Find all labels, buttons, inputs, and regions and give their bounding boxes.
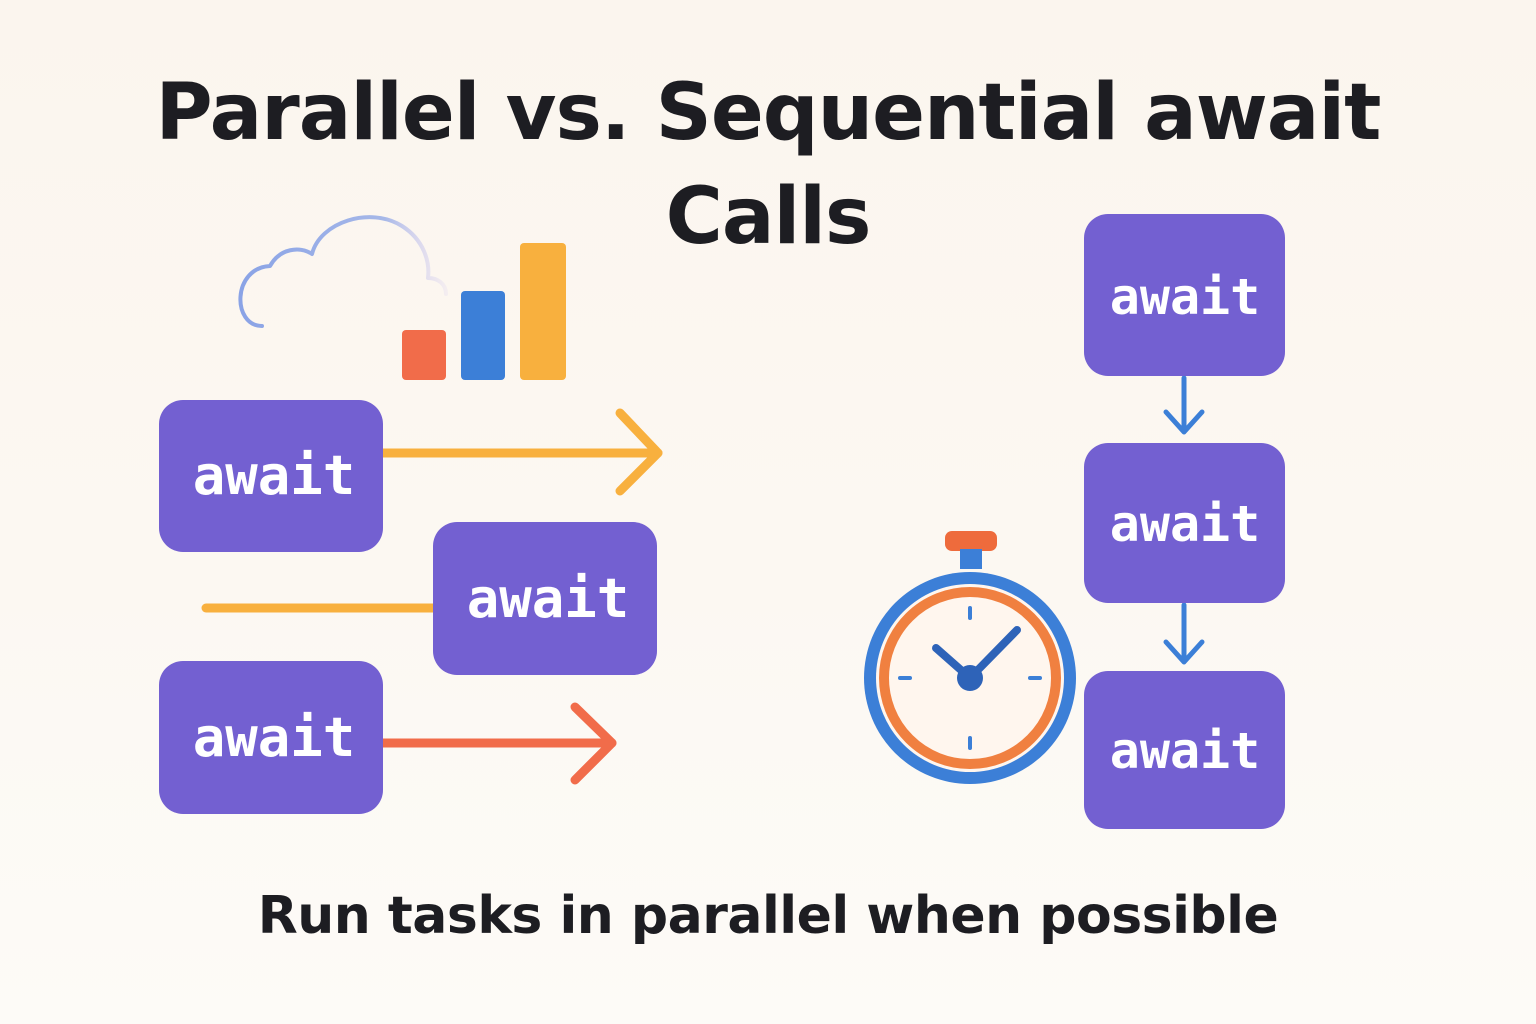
diagram-canvas: await await await await await await xyxy=(159,214,1285,829)
parallel-await-label-3: await xyxy=(193,706,356,769)
sequential-arrow-2 xyxy=(1163,602,1205,665)
parallel-arrow-1 xyxy=(365,408,663,496)
cloud-icon xyxy=(238,215,448,328)
sequential-await-block-1: await xyxy=(1084,214,1285,376)
stopwatch-button xyxy=(945,531,997,551)
bar-chart-bar-short xyxy=(402,330,446,380)
subtitle: Run tasks in parallel when possible xyxy=(257,886,1279,946)
parallel-await-label-2: await xyxy=(467,567,630,630)
parallel-await-block-2: await xyxy=(433,522,657,675)
sequential-await-block-3: await xyxy=(1084,671,1285,829)
sequential-await-label-3: await xyxy=(1110,722,1261,780)
stopwatch-stem xyxy=(960,549,982,569)
bar-chart-bar-medium xyxy=(461,291,505,380)
sequential-await-label-2: await xyxy=(1110,495,1261,553)
sequential-await-label-1: await xyxy=(1110,268,1261,326)
parallel-await-label-1: await xyxy=(193,444,356,507)
sequential-await-block-2: await xyxy=(1084,443,1285,603)
parallel-arrow-3 xyxy=(365,702,617,785)
bar-chart-bar-tall xyxy=(520,243,566,380)
parallel-await-block-1: await xyxy=(159,400,383,552)
sequential-arrow-1 xyxy=(1163,375,1205,435)
parallel-await-block-3: await xyxy=(159,661,383,814)
stopwatch-icon xyxy=(864,531,1076,784)
